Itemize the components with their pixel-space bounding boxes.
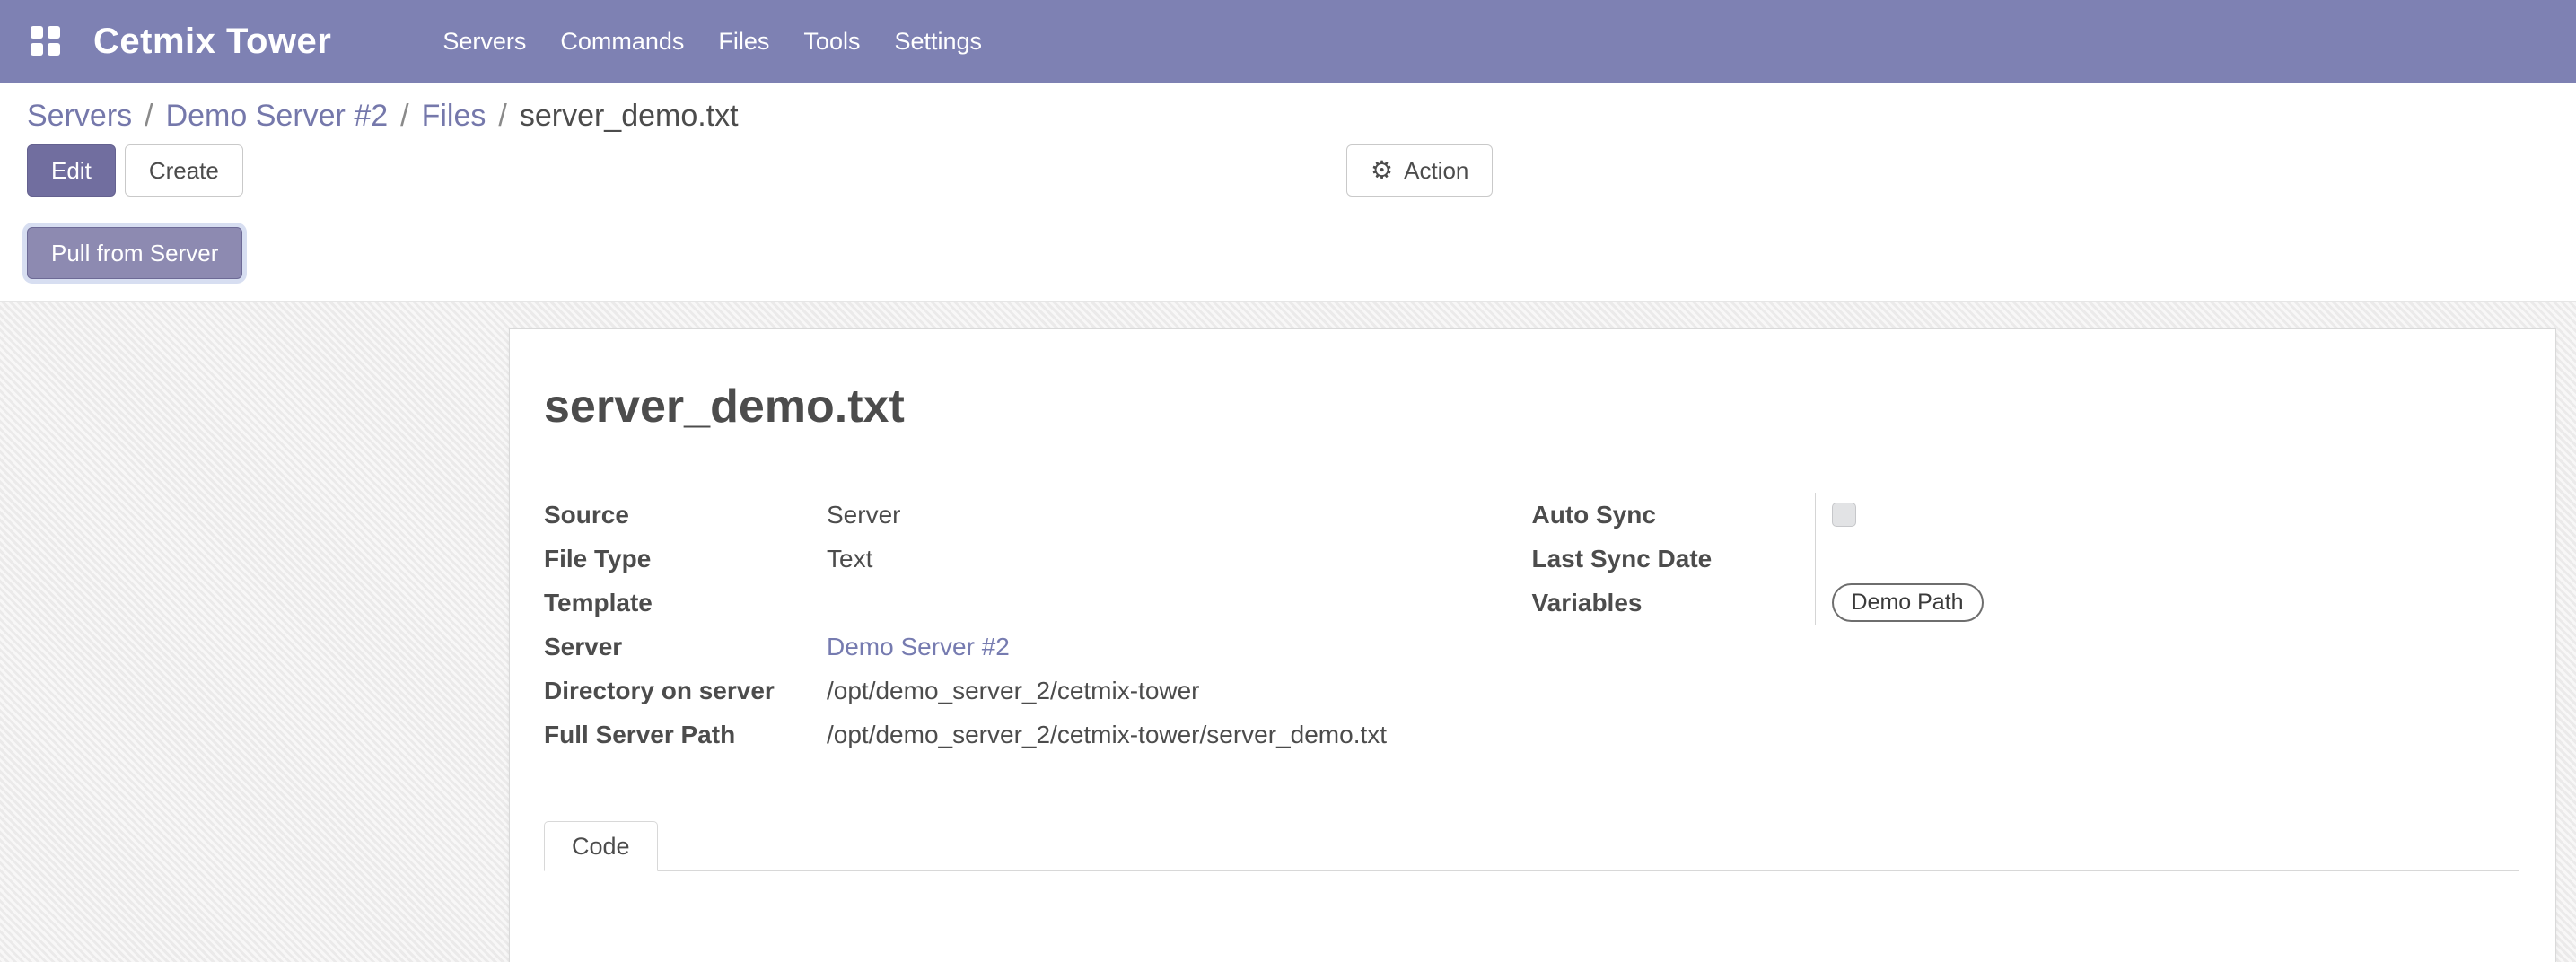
field-value-full-path: /opt/demo_server_2/cetmix-tower/server_d… [827,713,1532,756]
pull-from-server-button[interactable]: Pull from Server [27,227,242,279]
field-value-directory: /opt/demo_server_2/cetmix-tower [827,669,1532,713]
field-label-full-path: Full Server Path [544,713,827,756]
breadcrumb-separator: / [498,99,506,134]
breadcrumb: Servers / Demo Server #2 / Files / serve… [0,83,2576,137]
custom-actions-row: Pull from Server [0,207,2576,302]
apps-grid-square [48,26,60,39]
breadcrumb-separator: / [400,99,408,134]
menu-item-servers[interactable]: Servers [432,15,537,68]
menu-item-tools[interactable]: Tools [793,15,871,68]
code-tab-content [544,871,2519,962]
edit-button[interactable]: Edit [27,144,116,197]
field-label-variables: Variables [1532,581,1815,625]
breadcrumb-separator: / [145,99,153,134]
breadcrumb-servers[interactable]: Servers [27,99,132,134]
field-value-last-sync-date [1815,537,2520,581]
field-value-file-type: Text [827,537,1532,581]
top-navbar: Cetmix Tower Servers Commands Files Tool… [0,0,2576,83]
breadcrumb-current-file: server_demo.txt [520,99,739,134]
menu-item-settings[interactable]: Settings [883,15,993,68]
field-label-directory: Directory on server [544,669,827,713]
main-menu: Servers Commands Files Tools Settings [432,15,993,68]
breadcrumb-files[interactable]: Files [422,99,486,134]
variable-tag-demo-path: Demo Path [1832,583,1984,622]
field-value-server-link[interactable]: Demo Server #2 [827,633,1010,661]
record-title: server_demo.txt [544,380,2519,433]
field-value-source: Server [827,493,1532,537]
form-view-background: server_demo.txt Source Server File Type … [0,302,2576,962]
field-label-auto-sync: Auto Sync [1532,493,1815,537]
action-menu-button[interactable]: ⚙ Action [1346,144,1493,197]
gear-icon: ⚙ [1371,158,1393,183]
form-toolbar: Edit Create ⚙ Action [0,137,2576,207]
breadcrumb-demo-server[interactable]: Demo Server #2 [166,99,389,134]
field-label-file-type: File Type [544,537,827,581]
form-sheet: server_demo.txt Source Server File Type … [509,328,2556,962]
create-button[interactable]: Create [125,144,243,197]
field-label-template: Template [544,581,827,625]
field-value-template [827,581,1532,625]
apps-grid-icon[interactable] [31,26,61,57]
left-field-group: Source Server File Type Text Template Se… [544,493,1532,756]
apps-grid-square [31,26,43,39]
app-brand-title[interactable]: Cetmix Tower [93,22,331,62]
notebook-tabs: Code [544,821,2519,871]
field-groups: Source Server File Type Text Template Se… [544,493,2519,756]
auto-sync-checkbox[interactable] [1832,503,1856,527]
field-label-source: Source [544,493,827,537]
action-button-label: Action [1404,157,1468,185]
apps-grid-square [48,43,60,56]
field-label-last-sync-date: Last Sync Date [1532,537,1815,581]
apps-grid-square [31,43,43,56]
right-field-group: Auto Sync Last Sync Date Variables Demo … [1532,493,2520,625]
tab-code[interactable]: Code [544,821,658,871]
menu-item-commands[interactable]: Commands [549,15,695,68]
menu-item-files[interactable]: Files [707,15,780,68]
field-label-server: Server [544,625,827,669]
